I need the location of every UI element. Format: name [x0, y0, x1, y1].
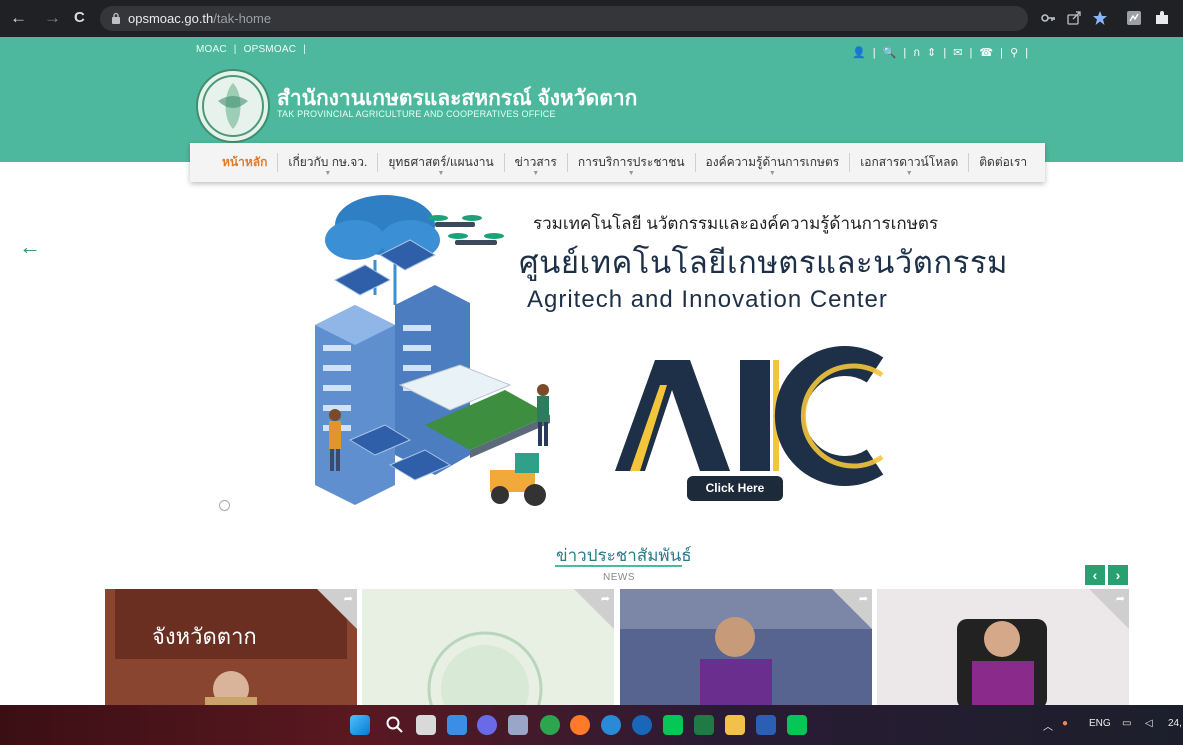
key-icon[interactable] — [1040, 10, 1056, 26]
menu-label: การบริการประชาชน — [577, 155, 685, 169]
excel-icon[interactable] — [694, 715, 714, 735]
share-arrow-icon[interactable]: ➦ — [1116, 592, 1125, 605]
news-card[interactable]: ➦ — [877, 589, 1129, 705]
menu-label: เอกสารดาวน์โหลด — [860, 155, 959, 169]
menu-strategy[interactable]: ยุทธศาสตร์/แผนงาน ▼ — [377, 153, 503, 177]
engineer-figure — [537, 384, 549, 446]
news-card[interactable]: จังหวัดตาก ➦ — [105, 589, 357, 705]
browser-toolbar: ← → C opsmoac.go.th/tak-home — [0, 0, 1183, 37]
line-icon[interactable] — [663, 715, 683, 735]
slider-dot[interactable] — [219, 500, 230, 511]
menu-news[interactable]: ข่าวสาร ▼ — [503, 153, 567, 177]
menu-knowledge[interactable]: องค์ความรู้ด้านการเกษตร ▼ — [694, 153, 850, 177]
address-bar[interactable]: opsmoac.go.th/tak-home — [100, 6, 1028, 31]
opsmoac-link[interactable]: OPSMOAC — [244, 44, 297, 55]
chevron-down-icon: ▼ — [905, 170, 913, 177]
slider-prev-arrow[interactable]: ← — [19, 236, 41, 258]
menu-about[interactable]: เกี่ยวกับ กษ.จว. ▼ — [277, 153, 377, 177]
line-icon[interactable] — [787, 715, 807, 735]
news-card[interactable]: ➦ — [620, 589, 872, 705]
app-icon[interactable] — [632, 715, 652, 735]
ministry-logo[interactable] — [196, 69, 270, 143]
lock-icon — [112, 12, 120, 24]
web-page: MOAC | OPSMOAC | 👤 | 🔍 | ก ⇕ | ✉ | ☎ | ⚲… — [0, 37, 1183, 705]
menu-home[interactable]: หน้าหลัก — [210, 153, 277, 172]
reload-button[interactable]: C — [74, 9, 85, 27]
url-text: opsmoac.go.th/tak-home — [128, 11, 271, 26]
menu-label: ข่าวสาร — [514, 155, 557, 169]
menu-contact[interactable]: ติดต่อเรา — [968, 153, 1037, 172]
separator: | — [233, 44, 237, 55]
widgets-icon[interactable] — [447, 715, 467, 735]
windows-taskbar: ︿ ● ENG ▭ ◁ 24, — [0, 705, 1183, 745]
chevron-down-icon: ▼ — [768, 170, 776, 177]
news-section-subtitle: NEWS — [603, 572, 635, 583]
menu-downloads[interactable]: เอกสารดาวน์โหลด ▼ — [849, 153, 968, 177]
menu-label: ติดต่อเรา — [979, 155, 1028, 169]
share-arrow-icon[interactable]: ➦ — [344, 592, 353, 605]
url-host: opsmoac.go.th — [128, 11, 214, 26]
clock[interactable]: 24, — [1168, 718, 1182, 729]
chat-icon[interactable] — [477, 715, 497, 735]
snipping-tool-icon[interactable] — [508, 715, 528, 735]
banner-line2: ศูนย์เทคโนโลยีเกษตรและนวัตกรรม — [519, 245, 1008, 280]
chevron-down-icon: ▼ — [437, 170, 445, 177]
start-icon[interactable] — [350, 715, 370, 735]
news-next-button[interactable]: › — [1108, 565, 1128, 585]
url-path: /tak-home — [213, 11, 272, 26]
chevron-down-icon: ▼ — [532, 170, 540, 177]
ministry-seal-icon — [202, 75, 264, 137]
forward-button[interactable]: → — [44, 9, 61, 27]
chevron-down-icon: ▼ — [324, 170, 332, 177]
main-menu: หน้าหลัก เกี่ยวกับ กษ.จว. ▼ ยุทธศาสตร์/แผ… — [190, 143, 1045, 182]
puzzle-icon[interactable] — [1154, 10, 1170, 26]
share-arrow-icon[interactable]: ➦ — [601, 592, 610, 605]
utility-icons[interactable]: 👤 | 🔍 | ก ⇕ | ✉ | ☎ | ⚲ | — [852, 43, 1030, 61]
display-icon[interactable]: ▭ — [1122, 718, 1131, 729]
moac-link[interactable]: MOAC — [196, 44, 227, 55]
news-card[interactable]: ➦ — [362, 589, 614, 705]
word-icon[interactable] — [756, 715, 776, 735]
separator: | — [303, 44, 306, 55]
volume-icon[interactable]: ◁ — [1145, 718, 1153, 729]
tractor-icon — [490, 453, 546, 506]
menu-label: เกี่ยวกับ กษ.จว. — [288, 155, 368, 169]
tray-overflow-icon[interactable]: ︿ — [1043, 718, 1053, 733]
search-icon[interactable] — [385, 715, 405, 735]
card-sign-text: จังหวัดตาก — [152, 624, 257, 649]
file-explorer-icon[interactable] — [725, 715, 745, 735]
aic-logo — [615, 346, 884, 486]
menu-label: หน้าหลัก — [222, 155, 268, 169]
share-icon[interactable] — [1066, 10, 1082, 26]
edge-icon[interactable] — [601, 715, 621, 735]
back-button[interactable]: ← — [10, 9, 27, 27]
menu-services[interactable]: การบริการประชาชน ▼ — [566, 153, 695, 177]
chevron-down-icon: ▼ — [627, 170, 635, 177]
banner-line3: Agritech and Innovation Center — [527, 286, 888, 313]
title-underline — [555, 565, 682, 567]
language-indicator[interactable]: ENG — [1089, 718, 1111, 729]
bookmark-star-icon[interactable] — [1092, 10, 1108, 26]
firefox-icon[interactable] — [570, 715, 590, 735]
banner-line1: รวมเทคโนโลยี นวัตกรรมและองค์ความรู้ด้านก… — [533, 214, 939, 233]
chrome-icon[interactable] — [540, 715, 560, 735]
news-prev-button[interactable]: ‹ — [1085, 565, 1105, 585]
click-here-button[interactable]: Click Here — [687, 476, 783, 501]
menu-label: ยุทธศาสตร์/แผนงาน — [388, 155, 494, 169]
share-arrow-icon[interactable]: ➦ — [859, 592, 868, 605]
task-view-icon[interactable] — [416, 715, 436, 735]
site-name-english: TAK PROVINCIAL AGRICULTURE AND COOPERATI… — [277, 109, 556, 119]
top-links: MOAC | OPSMOAC | — [196, 44, 310, 55]
menu-label: องค์ความรู้ด้านการเกษตร — [705, 155, 840, 169]
network-icon[interactable]: ● — [1062, 718, 1068, 729]
extension-icon[interactable] — [1126, 10, 1142, 26]
